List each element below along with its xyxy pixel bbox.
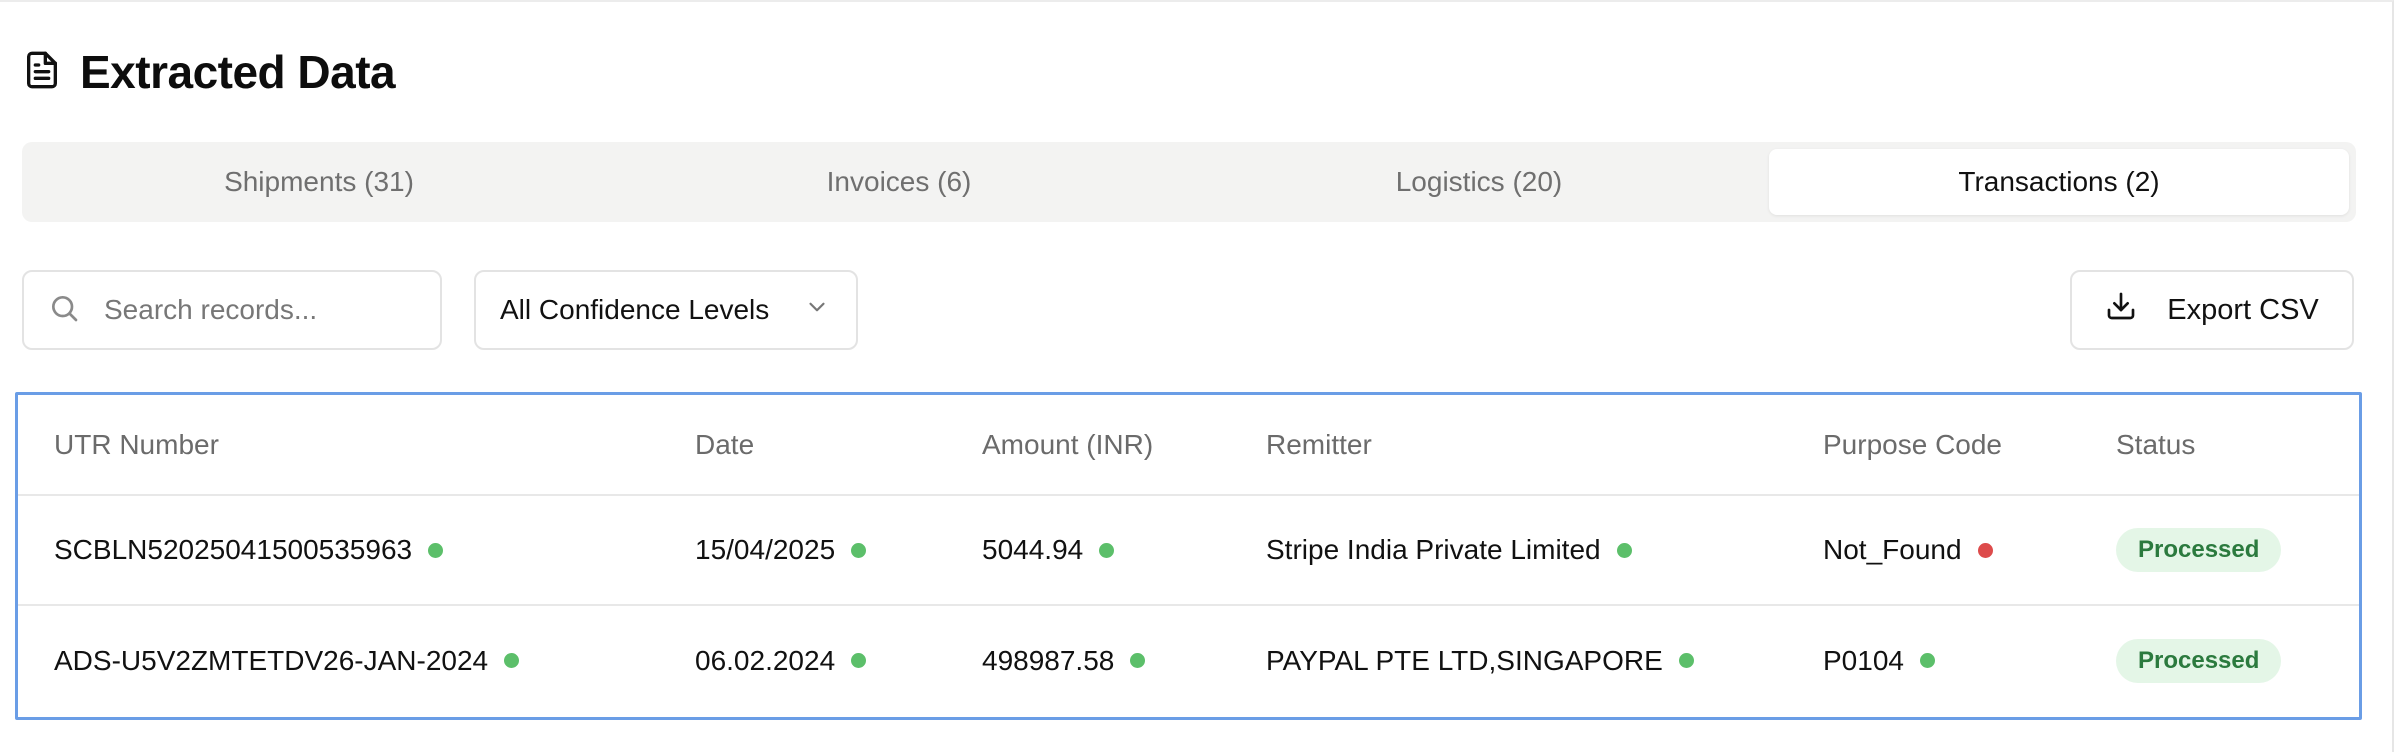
tab-transactions[interactable]: Transactions (2): [1769, 149, 2349, 215]
page-title: Extracted Data: [80, 46, 396, 98]
remitter-value: Stripe India Private Limited: [1266, 534, 1601, 565]
date-cell: 06.02.2024: [659, 605, 946, 715]
confidence-dot: [428, 542, 444, 558]
export-csv-button[interactable]: Export CSV: [2070, 270, 2354, 350]
search-input[interactable]: [102, 293, 426, 327]
table-header-row: UTR Number Date Amount (INR) Remitter Pu…: [18, 395, 2359, 496]
confidence-filter-select[interactable]: All Confidence Levels: [474, 270, 858, 350]
tab-shipments[interactable]: Shipments (31): [29, 149, 609, 215]
utr-value: ADS-U5V2ZMTETDV26-JAN-2024: [54, 644, 489, 676]
date-value: 06.02.2024: [695, 644, 836, 676]
column-header-utr[interactable]: UTR Number: [18, 395, 659, 496]
confidence-dot: [1130, 653, 1146, 668]
status-badge: Processed: [2116, 638, 2282, 683]
confidence-dot: [1919, 653, 1935, 668]
transactions-table: UTR Number Date Amount (INR) Remitter Pu…: [15, 392, 2362, 720]
remitter-cell: Stripe India Private Limited: [1230, 495, 1787, 606]
export-csv-label: Export CSV: [2167, 293, 2319, 326]
confidence-filter-value: All Confidence Levels: [500, 294, 770, 325]
date-value: 15/04/2025: [695, 534, 836, 565]
amount-cell: 5044.94: [946, 495, 1230, 606]
remitter-value: PAYPAL PTE LTD,SINGAPORE: [1266, 644, 1663, 676]
purpose-code-cell: Not_Found: [1787, 495, 2080, 606]
table-row[interactable]: SCBLN52025041500535963 15/04/2025 5044.9…: [18, 495, 2359, 606]
amount-value: 5044.94: [982, 534, 1084, 565]
date-cell: 15/04/2025: [659, 495, 946, 606]
utr-cell: ADS-U5V2ZMTETDV26-JAN-2024: [18, 605, 659, 715]
amount-cell: 498987.58: [946, 605, 1230, 715]
tab-bar: Shipments (31) Invoices (6) Logistics (2…: [22, 142, 2356, 222]
download-icon: [2105, 290, 2137, 330]
search-icon: [48, 292, 80, 329]
purpose-code-value: P0104: [1823, 644, 1904, 676]
document-icon: [22, 50, 62, 95]
column-header-status[interactable]: Status: [2080, 395, 2359, 496]
status-cell: Processed: [2080, 495, 2359, 606]
tab-logistics[interactable]: Logistics (20): [1189, 149, 1769, 215]
purpose-code-cell: P0104: [1787, 605, 2080, 715]
utr-value: SCBLN52025041500535963: [54, 534, 413, 565]
column-header-remitter[interactable]: Remitter: [1230, 395, 1787, 496]
column-header-date[interactable]: Date: [659, 395, 946, 496]
column-header-amount[interactable]: Amount (INR): [946, 395, 1230, 496]
confidence-dot: [504, 653, 520, 668]
purpose-code-value: Not_Found: [1823, 534, 1962, 565]
confidence-dot: [1678, 653, 1694, 668]
confidence-dot: [1616, 542, 1632, 558]
status-cell: Processed: [2080, 605, 2359, 715]
confidence-dot: [851, 653, 867, 668]
remitter-cell: PAYPAL PTE LTD,SINGAPORE: [1230, 605, 1787, 715]
utr-cell: SCBLN52025041500535963: [18, 495, 659, 606]
status-badge: Processed: [2116, 528, 2282, 572]
confidence-dot: [1099, 542, 1115, 558]
search-box[interactable]: [22, 270, 442, 350]
confidence-dot: [851, 542, 867, 558]
page-header: Extracted Data: [22, 42, 396, 102]
tab-invoices[interactable]: Invoices (6): [609, 149, 1189, 215]
table-row[interactable]: ADS-U5V2ZMTETDV26-JAN-2024 06.02.2024 49…: [18, 605, 2359, 715]
confidence-dot: [1977, 542, 1993, 558]
amount-value: 498987.58: [982, 644, 1115, 676]
column-header-purpose-code[interactable]: Purpose Code: [1787, 395, 2080, 496]
chevron-down-icon: [804, 294, 830, 327]
